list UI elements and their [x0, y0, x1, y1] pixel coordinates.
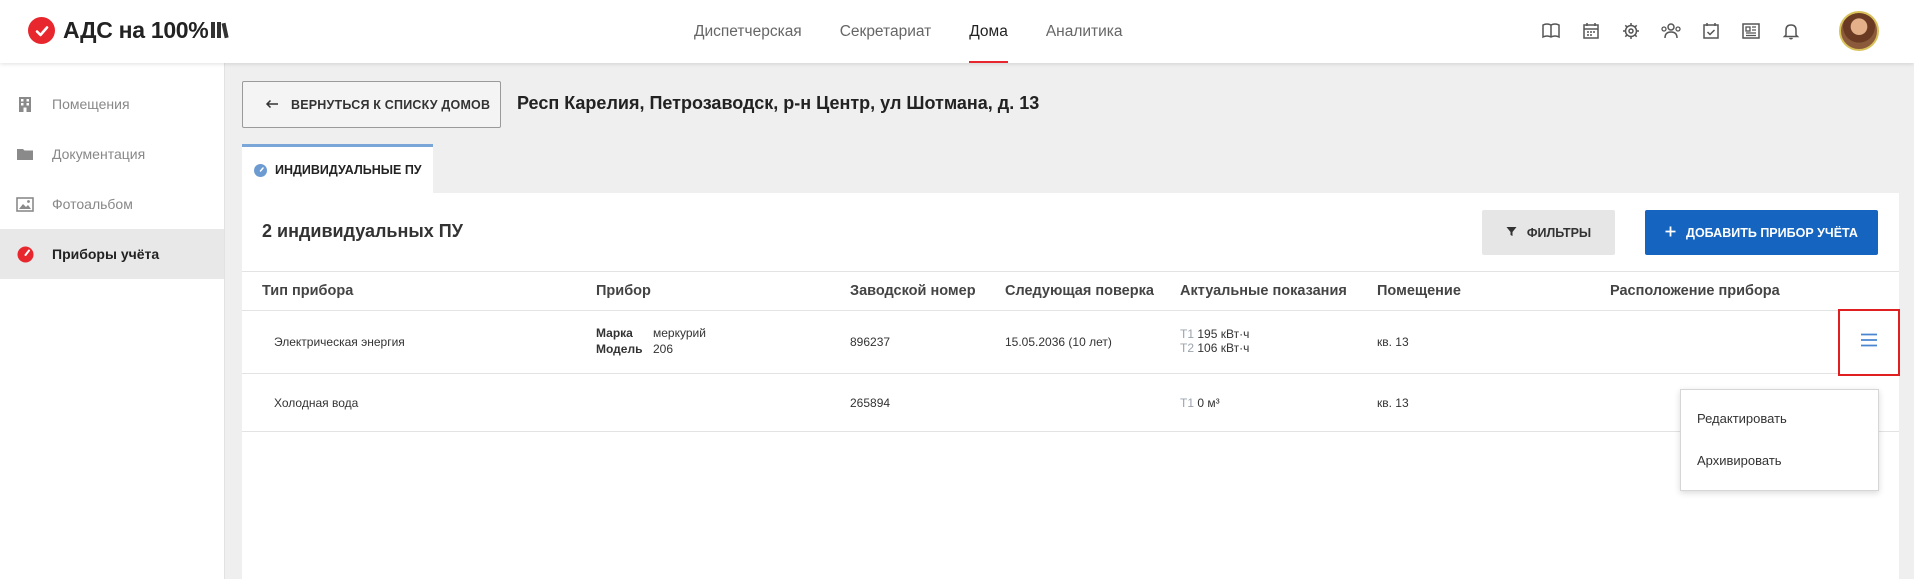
room: кв. 13: [1377, 335, 1409, 349]
filters-button[interactable]: ФИЛЬТРЫ: [1482, 210, 1615, 255]
nav-secretariat[interactable]: Секретариат: [821, 0, 951, 63]
nav-dispatch[interactable]: Диспетчерская: [675, 0, 821, 63]
next-check-date: 15.05.2036 (10 лет): [1005, 335, 1112, 349]
nav-houses[interactable]: Дома: [950, 0, 1027, 63]
sidebar-item-label: Помещения: [52, 96, 130, 112]
newspaper-icon[interactable]: [1740, 20, 1762, 42]
arrow-left-icon: [265, 98, 279, 112]
sidebar-item-label: Документация: [52, 146, 146, 162]
column-header-next-check: Следующая поверка: [1005, 283, 1154, 299]
column-header-type: Тип прибора: [262, 283, 354, 299]
sidebar-item-rooms[interactable]: Помещения: [0, 79, 224, 129]
meter-type: Электрическая энергия: [274, 335, 405, 349]
readings: T1 195 кВт·ч T2 106 кВт·ч: [1180, 327, 1249, 355]
column-header-location: Расположение прибора: [1610, 283, 1780, 299]
menu-item-edit[interactable]: Редактировать: [1681, 398, 1878, 440]
add-meter-label: ДОБАВИТЬ ПРИБОР УЧЁТА: [1686, 225, 1858, 240]
add-meter-button[interactable]: ДОБАВИТЬ ПРИБОР УЧЁТА: [1645, 210, 1878, 255]
hamburger-icon: [1860, 333, 1878, 352]
main-nav: Диспетчерская Секретариат Дома Аналитика: [675, 0, 1142, 63]
column-header-device: Прибор: [596, 283, 651, 299]
gear-icon[interactable]: [1620, 20, 1642, 42]
header-icons: [1540, 20, 1802, 42]
readings: T1 0 м³: [1180, 396, 1220, 410]
device-info: Марка меркурий Модель 206: [596, 325, 706, 357]
meters-count: 2 индивидуальных ПУ: [262, 221, 463, 241]
users-icon[interactable]: [1660, 20, 1682, 42]
back-button-label: ВЕРНУТЬСЯ К СПИСКУ ДОМОВ: [291, 97, 491, 112]
tab-individual-meters[interactable]: ИНДИВИДУАЛЬНЫЕ ПУ: [242, 144, 433, 193]
table-row[interactable]: Холодная вода 265894 T1 0 м³ кв. 13: [242, 374, 1899, 432]
sidebar-item-label: Приборы учёта: [52, 246, 160, 262]
reading-value: 195 кВт·ч: [1197, 327, 1250, 341]
menu-item-archive[interactable]: Архивировать: [1681, 440, 1878, 482]
avatar[interactable]: [1839, 11, 1879, 51]
reading-value: 106 кВт·ч: [1197, 341, 1250, 355]
meter-icon: [254, 163, 267, 177]
column-header-room: Помещение: [1377, 283, 1461, 299]
building-icon: [16, 95, 34, 113]
logo[interactable]: АДС на 100%: [28, 17, 209, 44]
plus-icon: [1665, 226, 1676, 240]
meter-icon: [16, 245, 34, 263]
logo-text: АДС на 100%: [63, 17, 209, 43]
filter-icon: [1506, 226, 1517, 240]
table-header: Тип прибора Прибор Заводской номер Следу…: [242, 271, 1899, 311]
bell-icon[interactable]: [1780, 20, 1802, 42]
library-icon[interactable]: [210, 20, 232, 45]
back-to-houses-button[interactable]: ВЕРНУТЬСЯ К СПИСКУ ДОМОВ: [242, 81, 501, 128]
tab-label: ИНДИВИДУАЛЬНЫЕ ПУ: [275, 163, 422, 177]
brand-label: Марка: [596, 326, 633, 340]
logo-check-icon: [28, 17, 55, 44]
table-row[interactable]: Электрическая энергия Марка меркурий Моде…: [242, 311, 1899, 374]
tariff-label: T1: [1180, 396, 1195, 410]
book-icon[interactable]: [1540, 20, 1562, 42]
sidebar-item-meters[interactable]: Приборы учёта: [0, 229, 224, 279]
row-menu-button[interactable]: [1838, 309, 1900, 376]
sidebar-item-label: Фотоальбом: [52, 196, 133, 212]
row-actions-menu: Редактировать Архивировать: [1680, 389, 1879, 491]
page-title: Респ Карелия, Петрозаводск, р-н Центр, у…: [517, 93, 1040, 113]
meters-panel: 2 индивидуальных ПУ ФИЛЬТРЫ ДОБАВИТЬ ПРИ…: [242, 193, 1899, 579]
top-header: АДС на 100% Диспетчерская Секретариат До…: [0, 0, 1914, 63]
photos-icon: [16, 195, 34, 213]
calendar-check-icon[interactable]: [1700, 20, 1722, 42]
sidebar-item-photoalbum[interactable]: Фотоальбом: [0, 179, 224, 229]
tariff-label: T1: [1180, 327, 1195, 341]
model-label: Модель: [596, 342, 643, 356]
filters-button-label: ФИЛЬТРЫ: [1526, 225, 1592, 240]
meter-type: Холодная вода: [274, 396, 359, 410]
brand-value: меркурий: [653, 326, 706, 340]
reading-value: 0 м³: [1197, 396, 1220, 410]
calendar-icon[interactable]: [1580, 20, 1602, 42]
sidebar: Помещения Документация Фотоальбом Прибор…: [0, 63, 225, 579]
serial-number: 265894: [850, 396, 891, 410]
folder-icon: [16, 145, 34, 163]
model-value: 206: [653, 342, 674, 356]
column-header-serial: Заводской номер: [850, 283, 976, 299]
tariff-label: T2: [1180, 341, 1195, 355]
serial-number: 896237: [850, 335, 891, 349]
column-header-readings: Актуальные показания: [1180, 283, 1347, 299]
room: кв. 13: [1377, 396, 1409, 410]
nav-analytics[interactable]: Аналитика: [1027, 0, 1142, 63]
sidebar-item-documentation[interactable]: Документация: [0, 129, 224, 179]
